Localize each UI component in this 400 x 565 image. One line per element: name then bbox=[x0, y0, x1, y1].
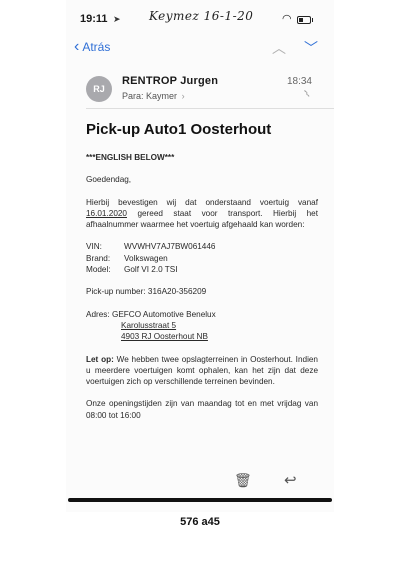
message-header: RJ RENTROP Jurgen Para: Kaymer › 18:34 ⌇ bbox=[66, 68, 334, 110]
chevron-down-icon[interactable]: ﹀ bbox=[304, 38, 318, 58]
recipient-name: Kaymer bbox=[146, 91, 178, 101]
page-stamp: 576 a45 bbox=[180, 516, 220, 528]
header-divider bbox=[86, 108, 334, 109]
intro-paragraph: Hierbij bevestigen wij dat onderstaand v… bbox=[86, 197, 318, 231]
sender-name[interactable]: RENTROP Jurgen bbox=[122, 75, 218, 87]
phone-screen: 19:11 ➤ Keymez 16-1-20 ◠ ‹ Atrás ︿ ﹀ RJ … bbox=[66, 0, 334, 512]
address-block: Adres: GEFCO Automotive Benelux Karoluss… bbox=[86, 309, 318, 343]
message-subject: Pick-up Auto1 Oosterhout bbox=[86, 121, 272, 138]
status-bar: 19:11 ➤ Keymez 16-1-20 ◠ bbox=[66, 6, 334, 30]
greeting: Goedendag, bbox=[86, 175, 132, 185]
model-row: Model: Golf VI 2.0 TSI bbox=[86, 264, 318, 275]
vin-value: WVWHV7AJ7BW061446 bbox=[124, 242, 216, 252]
attachment-icon: ⌇ bbox=[302, 88, 313, 101]
brand-value: Volkswagen bbox=[124, 253, 168, 263]
model-label: Model: bbox=[86, 265, 111, 275]
message-body: ***ENGLISH BELOW*** Goedendag, Hierbij b… bbox=[86, 152, 318, 432]
pickup-date[interactable]: 16.01.2020 bbox=[86, 209, 127, 218]
address-line3[interactable]: 4903 RJ Oosterhout NB bbox=[86, 332, 208, 341]
home-indicator bbox=[68, 498, 332, 502]
brand-row: Brand: Volkswagen bbox=[86, 253, 318, 264]
pickup-number-value: 316A20-356209 bbox=[147, 287, 207, 297]
address-line1: GEFCO Automotive Benelux bbox=[111, 309, 216, 319]
address-label: Adres: bbox=[86, 309, 110, 319]
note-label: Let op: bbox=[86, 354, 114, 364]
address-line2[interactable]: Karolusstraat 5 bbox=[86, 321, 176, 330]
nav-bar: ‹ Atrás ︿ ﹀ bbox=[66, 36, 334, 60]
wifi-icon: ◠ bbox=[282, 13, 292, 25]
english-below-notice: ***ENGLISH BELOW*** bbox=[86, 153, 175, 162]
note-text: We hebben twee opslagterreinen in Ooster… bbox=[86, 354, 318, 387]
vehicle-details: VIN: WVWHV7AJ7BW061446 Brand: Volkswagen… bbox=[86, 241, 318, 275]
chevron-left-icon: ‹ bbox=[74, 38, 80, 55]
battery-icon bbox=[297, 16, 313, 24]
back-label: Atrás bbox=[82, 40, 111, 54]
pickup-number-label: Pick-up number: bbox=[86, 287, 146, 297]
handwritten-note: Keymez 16-1-20 bbox=[149, 9, 254, 23]
location-icon: ➤ bbox=[113, 14, 121, 24]
message-nav-arrows: ︿ ﹀ bbox=[272, 38, 318, 58]
bottom-toolbar: 🗑 ↩ bbox=[66, 468, 334, 494]
message-time: 18:34 bbox=[286, 76, 312, 87]
vin-label: VIN: bbox=[86, 242, 102, 252]
status-time: 19:11 bbox=[80, 13, 108, 25]
trash-icon[interactable]: 🗑 bbox=[234, 472, 252, 489]
reply-icon[interactable]: ↩ bbox=[284, 471, 297, 489]
chevron-up-icon[interactable]: ︿ bbox=[272, 38, 286, 58]
model-value: Golf VI 2.0 TSI bbox=[124, 265, 178, 275]
recipient-line[interactable]: Para: Kaymer › bbox=[122, 91, 185, 101]
avatar[interactable]: RJ bbox=[86, 76, 112, 102]
note-paragraph: Let op: We hebben twee opslagterreinen i… bbox=[86, 354, 318, 388]
pickup-number-line: Pick-up number: 316A20-356209 bbox=[86, 286, 318, 297]
recipient-prefix: Para: bbox=[122, 91, 144, 101]
brand-label: Brand: bbox=[86, 253, 111, 263]
hours-paragraph: Onze openingstijden zijn van maandag tot… bbox=[86, 399, 318, 420]
vin-row: VIN: WVWHV7AJ7BW061446 bbox=[86, 241, 318, 252]
intro-before-date: Hierbij bevestigen wij dat onderstaand v… bbox=[86, 197, 318, 207]
back-button[interactable]: ‹ Atrás bbox=[74, 38, 111, 55]
chevron-right-icon: › bbox=[181, 91, 185, 101]
